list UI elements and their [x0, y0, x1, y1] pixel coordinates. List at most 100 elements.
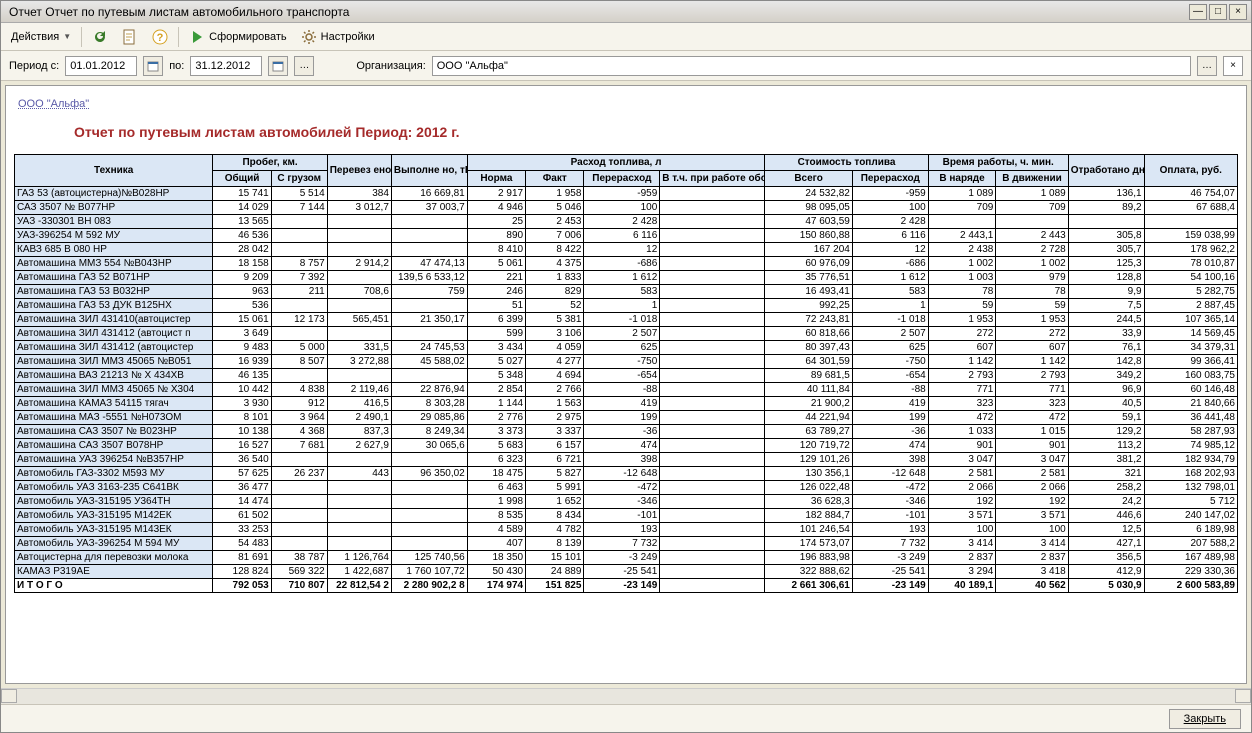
window: Отчет Отчет по путевым листам автомобиль… — [0, 0, 1252, 733]
row-name: И Т О Г О — [15, 579, 213, 593]
table-header: Техника Пробег, км. Перевез ено, тн. Вып… — [15, 155, 1238, 187]
cell: 16 669,81 — [391, 187, 467, 201]
col-run-total: Общий — [213, 171, 271, 187]
date-from-input[interactable] — [65, 56, 137, 76]
cell: 52 — [526, 299, 584, 313]
org-clear-button[interactable]: × — [1223, 56, 1243, 76]
cell: 160 083,75 — [1144, 369, 1237, 383]
close-button[interactable]: Закрыть — [1169, 709, 1241, 729]
calendar-from-button[interactable] — [143, 56, 163, 76]
table-row[interactable]: ГАЗ 53 (автоцистерна)№В028НР15 7415 5143… — [15, 187, 1238, 201]
cell — [660, 453, 765, 467]
table-row[interactable]: УАЗ -330301 ВН 08313 565252 4532 42847 6… — [15, 215, 1238, 229]
table-row[interactable]: Автомобиль УАЗ-315195 У364ТН14 4741 9981… — [15, 495, 1238, 509]
table-row[interactable]: Автоцистерна для перевозки молока81 6913… — [15, 551, 1238, 565]
table-row[interactable]: Автомашина ГАЗ 52 В071НР9 2097 392139,5 … — [15, 271, 1238, 285]
window-controls: — □ × — [1189, 4, 1247, 20]
table-row[interactable]: Автомашина ЗИЛ ММЗ 45065 № Х30410 4424 8… — [15, 383, 1238, 397]
table-row[interactable]: Автомобиль УАЗ-315195 М142ЕК61 5028 5358… — [15, 509, 1238, 523]
cell: 4 589 — [467, 523, 525, 537]
cell: 323 — [928, 397, 996, 411]
cell: 125,3 — [1068, 257, 1144, 271]
table-row[interactable]: Автомашина САЗ 3507 № В023НР10 1384 3688… — [15, 425, 1238, 439]
table-row[interactable]: УАЗ-396254 М 592 МУ46 5368907 0066 11615… — [15, 229, 1238, 243]
cell: 1 142 — [928, 355, 996, 369]
table-total-row[interactable]: И Т О Г О792 053710 80722 812,54 22 280 … — [15, 579, 1238, 593]
table-row[interactable]: Автомашина МАЗ -5551 №Н073ОМ8 1013 9642 … — [15, 411, 1238, 425]
table-row[interactable]: Автомашина ВАЗ 21213 № Х 434ХВ46 1355 34… — [15, 369, 1238, 383]
settings-label: Настройки — [321, 31, 375, 43]
cell: 2 776 — [467, 411, 525, 425]
scroll-right-button[interactable] — [1235, 689, 1251, 703]
cell: 24 532,82 — [765, 187, 853, 201]
table-row[interactable]: Автомобиль ГАЗ-3302 М593 МУ57 62526 2374… — [15, 467, 1238, 481]
cell: 72 243,81 — [765, 313, 853, 327]
toolbar-separator — [81, 27, 82, 47]
table-row[interactable]: КАМАЗ Р319АЕ128 824569 3221 422,6871 760… — [15, 565, 1238, 579]
cell: 2 507 — [852, 327, 928, 341]
cell: -654 — [852, 369, 928, 383]
calendar-to-button[interactable] — [268, 56, 288, 76]
cell — [660, 313, 765, 327]
horizontal-scrollbar[interactable] — [1, 688, 1251, 704]
org-input[interactable] — [432, 56, 1191, 76]
form-button[interactable]: Сформировать — [185, 27, 291, 47]
table-row[interactable]: Автомашина ЗИЛ 431410(автоцистер15 06112… — [15, 313, 1238, 327]
table-row[interactable]: Автомашина ЗИЛ ММЗ 45065 №В05116 9398 50… — [15, 355, 1238, 369]
cell: 15 101 — [526, 551, 584, 565]
table-row[interactable]: Автомашина ГАЗ 53 В032НР963211708,675924… — [15, 285, 1238, 299]
maximize-button[interactable]: □ — [1209, 4, 1227, 20]
col-done: Выполне но, тКм — [391, 155, 467, 187]
settings-button[interactable]: Настройки — [297, 27, 379, 47]
cell: -686 — [852, 257, 928, 271]
date-to-input[interactable] — [190, 56, 262, 76]
table-row[interactable]: Автомашина КАМАЗ 54115 тягач3 930912416,… — [15, 397, 1238, 411]
cell: 272 — [996, 327, 1068, 341]
cell: 890 — [467, 229, 525, 243]
cell: 992,25 — [765, 299, 853, 313]
cell: -25 541 — [584, 565, 660, 579]
report-area[interactable]: ООО "Альфа" Отчет по путевым листам авто… — [5, 85, 1247, 684]
table-row[interactable]: Автомобиль УАЗ-396254 М 594 МУ54 4834078… — [15, 537, 1238, 551]
cell — [660, 467, 765, 481]
table-row[interactable]: Автомашина САЗ 3507 В078НР16 5277 6812 6… — [15, 439, 1238, 453]
cell: 192 — [996, 495, 1068, 509]
table-row[interactable]: Автомашина ЗИЛ 431412 (автоцистер9 4835 … — [15, 341, 1238, 355]
cell: 14 029 — [213, 201, 271, 215]
cell: 244,5 — [1068, 313, 1144, 327]
refresh-button[interactable] — [88, 27, 112, 47]
col-time-move: В движении — [996, 171, 1068, 187]
table-row[interactable]: Автомашина ЗИЛ 431412 (автоцист п3 64959… — [15, 327, 1238, 341]
table-row[interactable]: Автомашина УАЗ 396254 №В357НР36 5406 323… — [15, 453, 1238, 467]
org-link[interactable]: ООО "Альфа" — [18, 98, 89, 110]
cell: 1 953 — [928, 313, 996, 327]
cell: 167 204 — [765, 243, 853, 257]
col-cost-over: Перерасход — [852, 171, 928, 187]
cell: 1 998 — [467, 495, 525, 509]
cell — [327, 215, 391, 229]
close-window-button[interactable]: × — [1229, 4, 1247, 20]
cell: 120 719,72 — [765, 439, 853, 453]
scroll-left-button[interactable] — [1, 689, 17, 703]
table-row[interactable]: Автомашина ММЗ 554 №В043НР18 1588 7572 9… — [15, 257, 1238, 271]
org-select-button[interactable]: … — [1197, 56, 1217, 76]
cell: 2 793 — [928, 369, 996, 383]
cell: 76,1 — [1068, 341, 1144, 355]
table-row[interactable]: САЗ 3507 № В077НР14 0297 1443 012,737 00… — [15, 201, 1238, 215]
cell — [391, 481, 467, 495]
cell — [327, 369, 391, 383]
tool-button[interactable] — [118, 27, 142, 47]
table-row[interactable]: Автомашина ГАЗ 53 ДУК В125НХ53651521992,… — [15, 299, 1238, 313]
cell — [327, 537, 391, 551]
cell: 182 934,79 — [1144, 453, 1237, 467]
actions-menu[interactable]: Действия ▼ — [7, 29, 75, 45]
minimize-button[interactable]: — — [1189, 4, 1207, 20]
table-row[interactable]: КАВЗ 685 В 080 НР28 0428 4108 42212167 2… — [15, 243, 1238, 257]
table-row[interactable]: Автомобиль УАЗ 3163-235 С641ВК36 4776 46… — [15, 481, 1238, 495]
help-button[interactable]: ? — [148, 27, 172, 47]
cell: 472 — [928, 411, 996, 425]
table-row[interactable]: Автомобиль УАЗ-315195 М143ЕК33 2534 5894… — [15, 523, 1238, 537]
calendar-icon — [272, 60, 284, 72]
cell: 46 754,07 — [1144, 187, 1237, 201]
period-picker-button[interactable]: … — [294, 56, 314, 76]
